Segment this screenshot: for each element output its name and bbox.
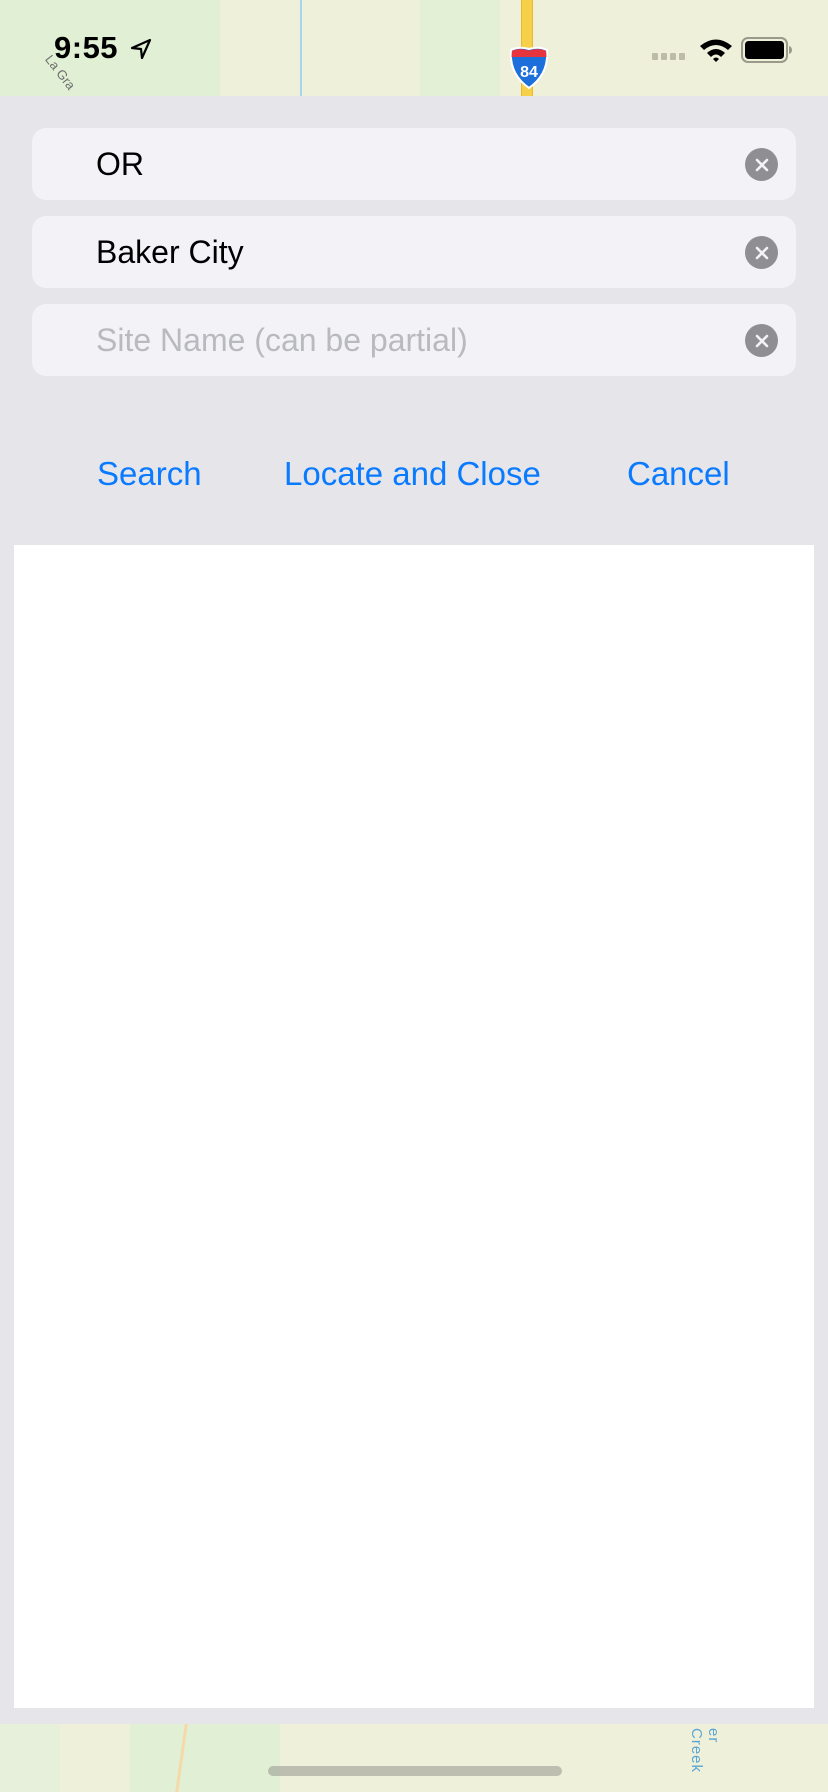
home-indicator[interactable] <box>268 1766 562 1776</box>
battery-full-icon <box>741 37 792 63</box>
search-button[interactable]: Search <box>97 452 202 496</box>
state-field[interactable] <box>32 128 796 200</box>
clear-circle-x-icon <box>755 246 768 259</box>
city-field[interactable] <box>32 216 796 288</box>
map-river <box>300 0 302 96</box>
wifi-icon <box>700 39 732 62</box>
locate-and-close-button[interactable]: Locate and Close <box>284 452 541 496</box>
clear-circle-x-icon <box>755 334 768 347</box>
clear-city-button[interactable] <box>745 236 778 269</box>
status-time: 9:55 <box>54 30 119 65</box>
map-park-area <box>420 0 500 96</box>
site-name-field[interactable] <box>32 304 796 376</box>
clear-site-name-button[interactable] <box>745 324 778 357</box>
cancel-button[interactable]: Cancel <box>627 452 730 496</box>
clear-state-button[interactable] <box>745 148 778 181</box>
map-park-area <box>0 1724 60 1792</box>
map-park-area <box>130 1724 280 1792</box>
interstate-shield-icon: 84 <box>509 46 549 90</box>
city-input[interactable] <box>96 216 736 288</box>
state-input[interactable] <box>96 128 736 200</box>
location-arrow-icon <box>130 38 152 60</box>
results-list[interactable] <box>14 545 814 1708</box>
site-name-input[interactable] <box>96 304 736 376</box>
interstate-shield-label: 84 <box>520 64 538 81</box>
search-sheet: Search Locate and Close Cancel <box>0 96 828 1724</box>
map-creek-label: er Creek <box>688 1728 722 1774</box>
clear-circle-x-icon <box>755 158 768 171</box>
cellular-signal-icon <box>652 53 685 60</box>
